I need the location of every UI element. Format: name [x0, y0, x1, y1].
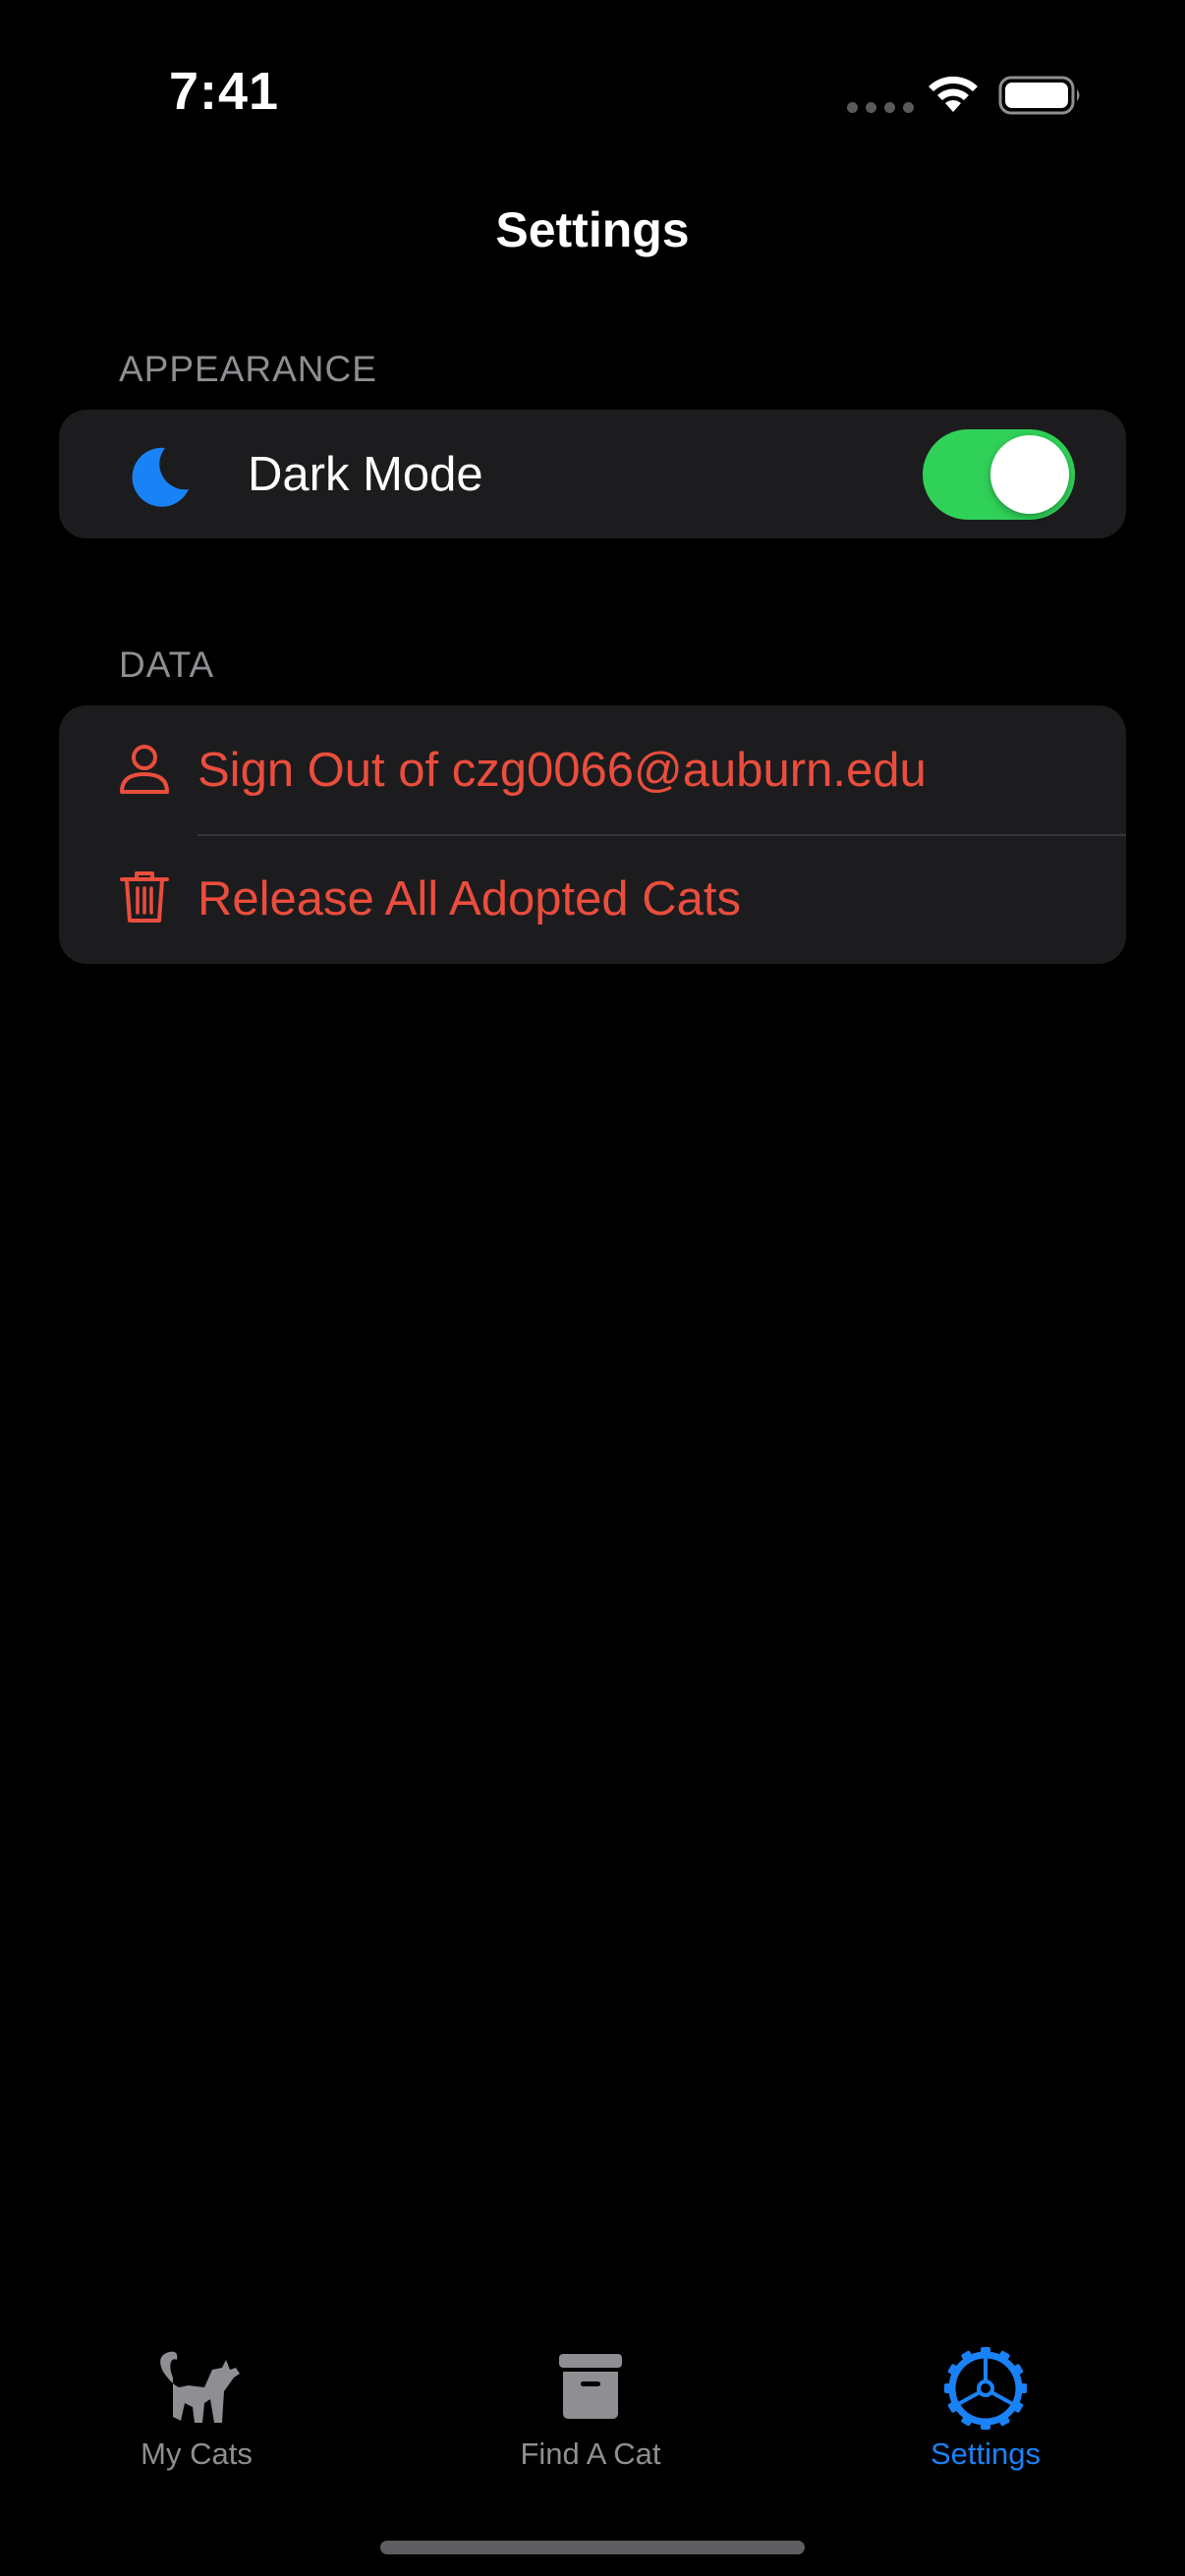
tab-find-a-cat[interactable]: Find A Cat — [443, 2319, 738, 2476]
toggle-knob — [990, 435, 1069, 514]
release-cats-row[interactable]: Release All Adopted Cats — [59, 834, 1126, 963]
section-header-data: DATA — [119, 644, 215, 685]
tab-label-settings: Settings — [930, 2436, 1041, 2471]
sign-out-row[interactable]: Sign Out of czg0066@auburn.edu — [59, 705, 1126, 834]
dark-mode-row: Dark Mode — [59, 410, 1126, 538]
tab-label-find-a-cat: Find A Cat — [520, 2436, 661, 2471]
cellular-signal-icon — [847, 102, 914, 113]
gear-icon — [944, 2347, 1027, 2430]
cat-icon — [160, 2351, 240, 2423]
tab-settings[interactable]: Settings — [838, 2319, 1133, 2476]
section-header-appearance: APPEARANCE — [119, 349, 377, 389]
wifi-icon — [929, 76, 978, 112]
data-group: Sign Out of czg0066@auburn.edu Release A… — [59, 705, 1126, 964]
home-indicator[interactable] — [380, 2541, 805, 2554]
status-time: 7:41 — [169, 62, 280, 121]
dark-mode-toggle[interactable] — [923, 429, 1075, 520]
release-cats-label: Release All Adopted Cats — [198, 872, 741, 925]
tab-label-my-cats: My Cats — [141, 2436, 253, 2471]
person-icon — [120, 745, 169, 794]
status-bar: 7:41 — [0, 0, 1185, 187]
sign-out-label: Sign Out of czg0066@auburn.edu — [198, 744, 927, 797]
battery-icon — [998, 76, 1080, 115]
appearance-group: Dark Mode — [59, 410, 1126, 538]
dark-mode-label: Dark Mode — [248, 448, 483, 501]
archive-box-icon — [559, 2354, 622, 2419]
settings-screen: 7:41 Settings APPEARANCE Dark Mode DATA … — [0, 0, 1185, 2576]
tab-bar: My Cats Find A Cat Settings — [0, 2319, 1185, 2476]
tab-my-cats[interactable]: My Cats — [49, 2319, 344, 2476]
page-title: Settings — [495, 202, 690, 257]
trash-icon — [120, 871, 169, 923]
moon-icon — [132, 447, 189, 507]
